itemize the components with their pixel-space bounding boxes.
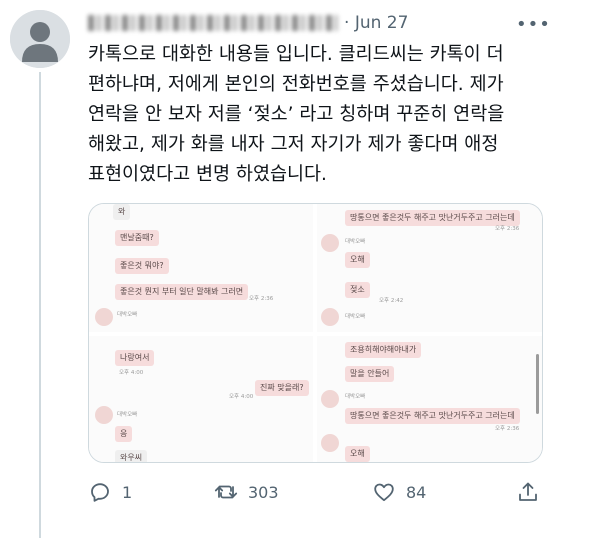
chat-bubble: 진짜 맞을래? <box>255 380 309 396</box>
author-name[interactable] <box>88 15 338 31</box>
like-count: 84 <box>406 482 427 502</box>
share-button[interactable] <box>516 480 550 504</box>
chat-bubble: 와 <box>113 204 131 220</box>
retweet-icon <box>214 485 238 499</box>
sender-name: 대박오빠 <box>117 412 138 418</box>
chat-screenshot[interactable]: 와 맨날줌때? 좋은것 뭐야? 좋은것 뭔지 부터 일단 말해봐 그러면 오후 … <box>89 204 313 332</box>
chat-bubble: 땅통으면 좋은것두 해주고 맛난거두주고 그러는데 <box>345 210 520 226</box>
chat-avatar <box>95 308 113 326</box>
message-time: 오후 2:42 <box>379 298 404 304</box>
chat-avatar <box>321 434 339 452</box>
chat-screenshot[interactable]: 나랑여서 오후 4:00 진짜 맞을래? 오후 4:00 대박오빠 응 와우씨 <box>89 336 313 462</box>
timestamp[interactable]: Jun 27 <box>355 13 409 33</box>
chat-bubble: 맨날줌때? <box>115 230 159 246</box>
sender-name: 대박오빠 <box>345 239 366 245</box>
chat-bubble: 좋은것 뭔지 부터 일단 말해봐 그러면 <box>115 284 249 300</box>
reply-button[interactable]: 1 <box>88 480 132 504</box>
tweet-text: 카톡으로 대화한 내용들 입니다. 클리드씨는 카톡이 더 편하냐며, 저에게 … <box>88 44 505 185</box>
like-button[interactable]: 84 <box>372 480 426 504</box>
action-bar: 1 303 84 <box>88 480 540 508</box>
chat-bubble: 말을 안들어 <box>345 366 395 382</box>
sender-name: 대박오빠 <box>117 312 138 318</box>
sender-name: 대박오빠 <box>345 394 366 400</box>
share-icon <box>519 482 537 501</box>
sender-name: 대박오빠 <box>345 314 366 320</box>
chat-avatar <box>95 406 113 424</box>
chat-bubble: 와우씨 <box>115 450 148 462</box>
heart-icon <box>374 483 394 502</box>
retweet-count: 303 <box>248 482 279 502</box>
chat-bubble: 젖소 <box>345 282 370 298</box>
message-time: 오후 4:00 <box>229 394 254 400</box>
message-time: 오후 4:00 <box>119 370 144 376</box>
chat-avatar <box>321 390 339 408</box>
retweet-button[interactable]: 303 <box>214 480 279 504</box>
message-time: 오후 2:36 <box>249 296 274 302</box>
avatar[interactable] <box>10 10 70 68</box>
chat-avatar <box>321 234 339 252</box>
chat-bubble: 나랑여서 <box>115 350 155 366</box>
message-time: 오후 2:36 <box>495 426 520 432</box>
reply-icon <box>91 483 109 502</box>
thread-line <box>39 72 41 538</box>
chat-bubble: 조용히해야해야내가 <box>345 342 422 358</box>
chat-bubble: 좋은것 뭐야? <box>115 258 169 274</box>
chat-screenshot[interactable]: 땅통으면 좋은것두 해주고 맛난거두주고 그러는데 오후 2:36 대박오빠 오… <box>317 204 542 332</box>
more-dots-icon[interactable]: ••• <box>516 14 551 35</box>
chat-avatar <box>321 308 339 326</box>
message-time: 오후 2:36 <box>495 226 520 232</box>
chat-bubble: 땅통으면 좋은것두 해주고 맛난거두주고 그러는데 <box>345 408 520 424</box>
chat-bubble: 응 <box>115 426 133 442</box>
tweet-header: · Jun 27 <box>88 10 408 36</box>
media-grid[interactable]: 와 맨날줌때? 좋은것 뭐야? 좋은것 뭔지 부터 일단 말해봐 그러면 오후 … <box>88 203 543 463</box>
reply-count: 1 <box>122 482 133 502</box>
default-avatar-icon <box>10 10 70 68</box>
chat-screenshot[interactable]: 조용히해야해야내가 말을 안들어 대박오빠 땅통으면 좋은것두 해주고 맛난거두… <box>317 336 542 462</box>
chat-bubble: 오해 <box>345 446 370 462</box>
dot-separator: · <box>344 13 355 33</box>
scrollbar[interactable] <box>536 354 539 414</box>
chat-bubble: 오해 <box>345 252 370 268</box>
